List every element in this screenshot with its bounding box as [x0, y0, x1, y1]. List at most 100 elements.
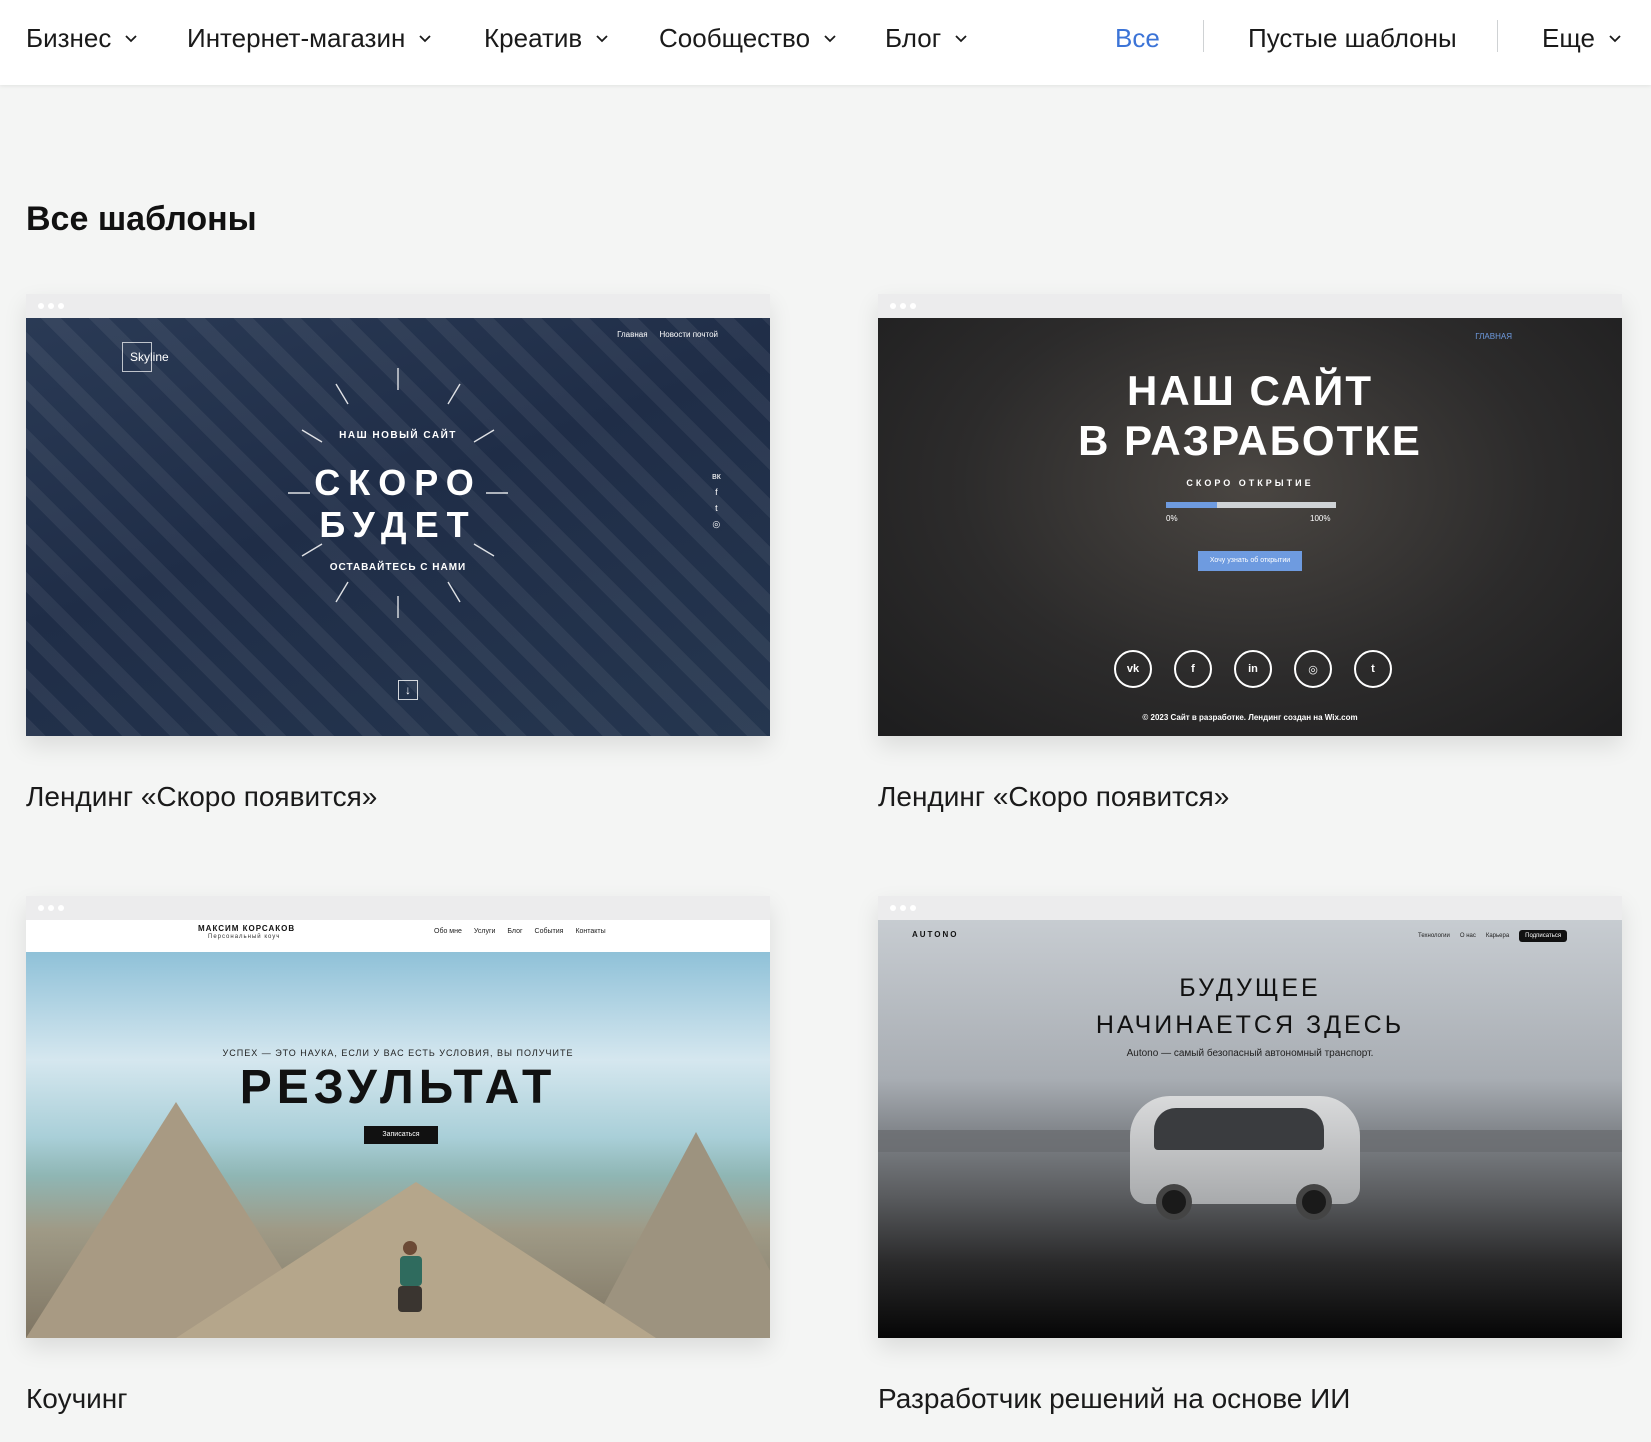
- nav-item-label: Пустые шаблоны: [1248, 22, 1457, 53]
- preview-logo: Skyline: [130, 350, 169, 364]
- preview-posttitle: ОСТАВАЙТЕСЬ С НАМИ: [329, 562, 467, 573]
- preview-menu-item: О нас: [1459, 933, 1476, 939]
- preview-brand-subtitle: Персональный коуч: [208, 934, 281, 940]
- nav-item-all[interactable]: Все: [1115, 0, 1160, 76]
- template-card-coming-soon-dark[interactable]: ГЛАВНАЯ НАШ САЙТ В РАЗРАБОТКЕ СКОРО ОТКР…: [878, 294, 1622, 813]
- vk-icon: vk: [1114, 650, 1152, 688]
- preview-signup-button: Записаться: [364, 1126, 438, 1144]
- preview-menu: Обо мне Услуги Блог События Контакты: [434, 928, 606, 935]
- preview-notify-button: Хочу узнать об открытии: [1198, 551, 1302, 571]
- preview-menu-item: Технологии: [1418, 933, 1450, 939]
- preview-menu-item: Обо мне: [434, 928, 462, 935]
- nav-item-label: Еще: [1542, 22, 1595, 53]
- section-title: Все шаблоны: [26, 200, 257, 238]
- nav-divider: [1497, 20, 1498, 52]
- preview-screenshot: Skyline Главная Новости почтой НАШ НОВЫЙ…: [26, 318, 770, 736]
- preview-menu: Технологии О нас Карьера Подписаться: [1418, 930, 1568, 942]
- chevron-down-icon: [596, 35, 608, 43]
- preview-headline-line: НАЧИНАЕТСЯ ЗДЕСЬ: [1095, 1011, 1405, 1039]
- preview-headline: СКОРО БУДЕТ: [26, 462, 770, 546]
- nav-item-blog[interactable]: Блог: [885, 0, 969, 76]
- preview-menu-item: Услуги: [473, 928, 496, 935]
- nav-item-online-store[interactable]: Интернет-магазин: [187, 0, 433, 76]
- twitter-icon: t: [715, 503, 718, 513]
- nav-item-more[interactable]: Еще: [1542, 0, 1623, 76]
- chevron-down-icon: [955, 35, 967, 43]
- arrow-down-icon: ↓: [398, 680, 418, 700]
- nav-item-label: Сообщество: [659, 22, 811, 53]
- template-card-coaching[interactable]: МАКСИМ КОРСАКОВ Персональный коуч Обо мн…: [26, 896, 770, 1415]
- browser-bar: [26, 896, 770, 920]
- preview-pretitle: УСПЕХ — ЭТО НАУКА, ЕСЛИ У ВАС ЕСТЬ УСЛОВ…: [222, 1048, 574, 1058]
- preview-screenshot: ГЛАВНАЯ НАШ САЙТ В РАЗРАБОТКЕ СКОРО ОТКР…: [878, 318, 1622, 736]
- preview-progress-bar: [1166, 502, 1336, 508]
- preview-pretitle: НАШ НОВЫЙ САЙТ: [339, 430, 457, 441]
- nav-item-blank-templates[interactable]: Пустые шаблоны: [1248, 0, 1457, 76]
- preview-hero-image: [26, 952, 770, 1338]
- nav-item-label: Все: [1115, 22, 1160, 53]
- preview-menu-item: Контакты: [575, 928, 606, 935]
- preview-logo: AUTONO: [912, 930, 959, 939]
- preview-headline-line: НАШ САЙТ: [1127, 367, 1373, 414]
- template-title[interactable]: Разработчик решений на основе ИИ: [878, 1383, 1622, 1415]
- facebook-icon: f: [1174, 650, 1212, 688]
- progress-label-start: 0%: [1166, 514, 1178, 523]
- nav-divider: [1203, 20, 1204, 52]
- preview-headline-line: В РАЗРАБОТКЕ: [1078, 417, 1422, 464]
- template-preview[interactable]: МАКСИМ КОРСАКОВ Персональный коуч Обо мн…: [26, 896, 770, 1338]
- template-preview[interactable]: Skyline Главная Новости почтой НАШ НОВЫЙ…: [26, 294, 770, 736]
- preview-headline: БУДУЩЕЕ НАЧИНАЕТСЯ ЗДЕСЬ: [878, 970, 1622, 1044]
- facebook-icon: f: [715, 487, 718, 497]
- browser-bar: [26, 294, 770, 318]
- preview-social-icons: вк f t ◎: [712, 468, 721, 532]
- preview-screenshot: МАКСИМ КОРСАКОВ Персональный коуч Обо мн…: [26, 920, 770, 1338]
- template-preview[interactable]: AUTONO Технологии О нас Карьера Подписат…: [878, 896, 1622, 1338]
- preview-menu-item: ГЛАВНАЯ: [1475, 332, 1512, 341]
- nav-item-business[interactable]: Бизнес: [26, 0, 139, 76]
- top-navigation: Бизнес Интернет-магазин Креатив Сообщест…: [0, 0, 1651, 85]
- nav-item-label: Интернет-магазин: [187, 22, 406, 53]
- linkedin-icon: in: [1234, 650, 1272, 688]
- instagram-icon: ◎: [712, 519, 721, 529]
- chevron-down-icon: [1609, 35, 1621, 43]
- nav-item-community[interactable]: Сообщество: [659, 0, 838, 76]
- preview-subtitle: Autono — самый безопасный автономный тра…: [1126, 1048, 1374, 1059]
- preview-headline-line: СКОРО: [314, 462, 482, 503]
- preview-headline-line: БУДУЩЕЕ: [1179, 974, 1321, 1002]
- preview-footer: © 2023 Сайт в разработке. Лендинг создан…: [1142, 713, 1358, 722]
- preview-headline: РЕЗУЛЬТАТ: [239, 1061, 557, 1114]
- preview-menu-item: События: [534, 928, 564, 935]
- preview-social-icons: vk f in ◎ t: [1114, 650, 1392, 688]
- progress-label-end: 100%: [1310, 514, 1331, 523]
- template-card-ai-developer[interactable]: AUTONO Технологии О нас Карьера Подписат…: [878, 896, 1622, 1415]
- instagram-icon: ◎: [1294, 650, 1332, 688]
- template-card-coming-soon-skyline[interactable]: Skyline Главная Новости почтой НАШ НОВЫЙ…: [26, 294, 770, 813]
- template-title[interactable]: Лендинг «Скоро появится»: [26, 781, 770, 813]
- chevron-down-icon: [419, 35, 431, 43]
- nav-item-label: Креатив: [484, 22, 583, 53]
- preview-menu-item: Главная: [617, 330, 648, 339]
- nav-item-label: Блог: [885, 22, 942, 53]
- template-title[interactable]: Лендинг «Скоро появится»: [878, 781, 1622, 813]
- preview-subscribe-button: Подписаться: [1519, 930, 1568, 942]
- template-title[interactable]: Коучинг: [26, 1383, 770, 1415]
- chevron-down-icon: [824, 35, 836, 43]
- preview-menu-item: Блог: [507, 928, 523, 935]
- chevron-down-icon: [125, 35, 137, 43]
- preview-headline-line: БУДЕТ: [319, 504, 477, 545]
- browser-bar: [878, 896, 1622, 920]
- preview-menu: Главная Новости почтой: [617, 330, 718, 339]
- preview-headline: НАШ САЙТ В РАЗРАБОТКЕ: [878, 366, 1622, 466]
- nav-item-creative[interactable]: Креатив: [484, 0, 610, 76]
- car-illustration: [1130, 1096, 1360, 1220]
- preview-header: МАКСИМ КОРСАКОВ Персональный коуч Обо мн…: [26, 920, 770, 952]
- vk-icon: вк: [712, 471, 721, 481]
- twitter-icon: t: [1354, 650, 1392, 688]
- browser-bar: [878, 294, 1622, 318]
- preview-subtitle: СКОРО ОТКРЫТИЕ: [1186, 478, 1314, 488]
- template-preview[interactable]: ГЛАВНАЯ НАШ САЙТ В РАЗРАБОТКЕ СКОРО ОТКР…: [878, 294, 1622, 736]
- preview-menu-item: Новости почтой: [659, 330, 718, 339]
- preview-screenshot: AUTONO Технологии О нас Карьера Подписат…: [878, 920, 1622, 1338]
- preview-progress-fill: [1166, 502, 1217, 508]
- preview-brand-name: МАКСИМ КОРСАКОВ: [198, 924, 296, 933]
